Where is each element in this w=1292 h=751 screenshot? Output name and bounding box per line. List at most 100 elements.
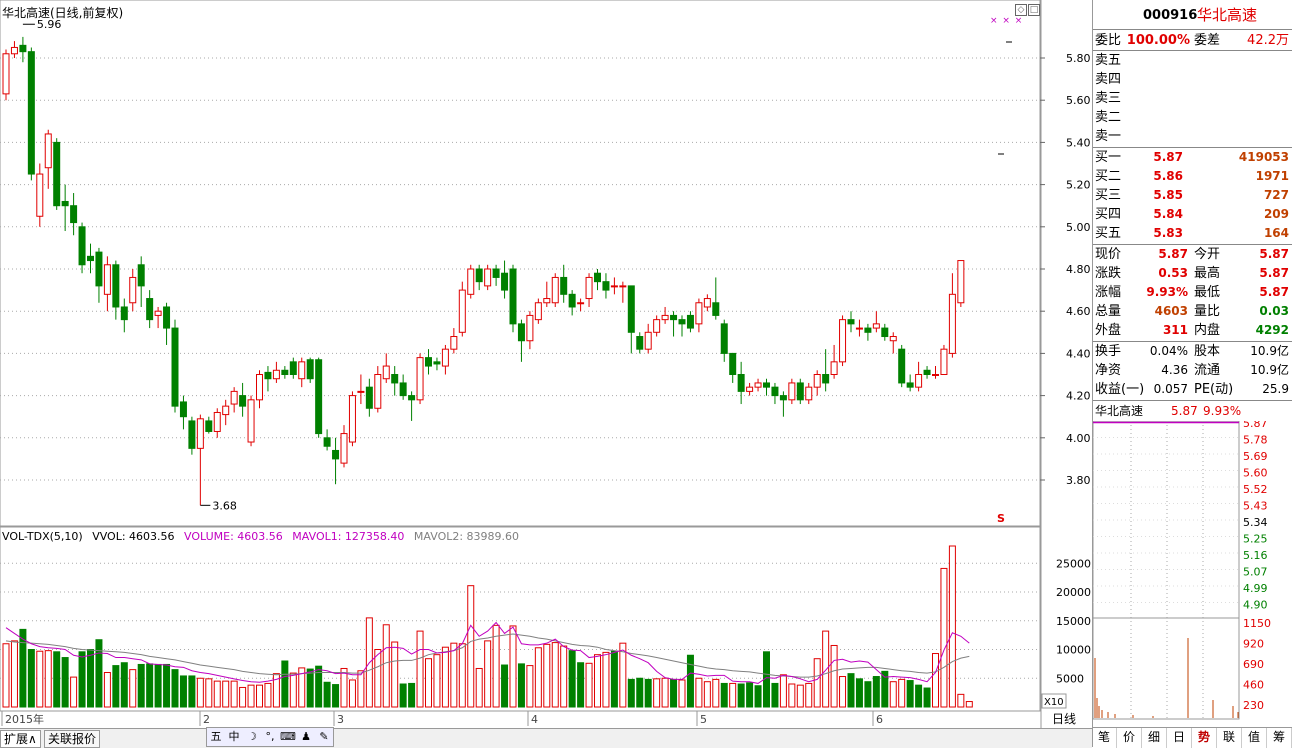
ime-toolbar[interactable]: 五 中 ☽ °, ⌨ ♟ ✎ [206, 727, 334, 747]
candle [898, 348, 906, 384]
intraday-price-tick: 5.34 [1243, 516, 1268, 529]
volume-bar [670, 678, 678, 708]
tab-related-quotes[interactable]: 关联报价 [44, 730, 101, 748]
quote-tab[interactable]: 值 [1242, 728, 1267, 748]
period-label: 日线 [1052, 712, 1076, 726]
volume-bar [289, 672, 297, 708]
stock-name: 华北高速 [1197, 6, 1258, 24]
volume-bar [129, 669, 137, 708]
buy-row: 买五 5.83 164 [1095, 226, 1289, 241]
ime-mode-icon[interactable]: 五 [207, 728, 225, 746]
fin-row: 换手 0.04% 股本 10.9亿 [1095, 344, 1289, 359]
ime-punct-icon[interactable]: °, [261, 728, 279, 746]
candle [129, 276, 137, 304]
volume-bar [585, 662, 593, 708]
candle [95, 251, 103, 287]
quote-tab[interactable]: 细 [1142, 728, 1167, 748]
user-icon[interactable]: ♟ [297, 728, 315, 746]
volume-bar [137, 663, 145, 708]
volume-bar [788, 683, 796, 708]
volume-bar [323, 681, 331, 708]
quote-tab[interactable]: 联 [1217, 728, 1242, 748]
volume-bar [517, 663, 525, 708]
mavol2-value: MAVOL2: 83989.60 [413, 530, 520, 543]
kline-chart[interactable]: 5.80 5.60 5.40 5.20 5.00 4.80 4.60 4.40 4.20 4.00… [0, 0, 1092, 747]
candle [70, 205, 78, 224]
volume-tick: 5000 [1056, 672, 1084, 685]
volume-bar [501, 664, 509, 708]
quote-tab[interactable]: 笔 [1092, 728, 1117, 748]
ime-chinese-icon[interactable]: 中 [225, 728, 243, 746]
intraday-vol-tick: 690 [1243, 658, 1264, 671]
volume-bar [906, 680, 914, 708]
volume-bar [239, 686, 247, 708]
intraday-price-tick: 5.16 [1243, 549, 1268, 562]
quote-tab[interactable]: 日 [1167, 728, 1192, 748]
quote-tab[interactable]: 筹 [1267, 728, 1292, 748]
volume-bar [729, 682, 737, 708]
volume-bar [154, 663, 162, 708]
maximize-icon[interactable]: □ [1028, 4, 1040, 16]
candle [872, 323, 880, 329]
candle [441, 348, 449, 367]
candle [653, 319, 661, 333]
keyboard-icon[interactable]: ⌨ [279, 728, 297, 746]
volume-bar [898, 678, 906, 708]
candle [19, 44, 27, 53]
stat-row: 涨跌 0.53 最高 5.87 [1095, 266, 1289, 281]
price-tick: 5.00 [1066, 221, 1091, 234]
candle [796, 382, 804, 401]
volume-bar [433, 654, 441, 708]
ime-moon-icon[interactable]: ☽ [243, 728, 261, 746]
volume-bar [948, 545, 956, 708]
candle [492, 268, 500, 278]
volume-bar [872, 676, 880, 708]
volume-bar [408, 682, 416, 708]
intraday-price-tick: 5.25 [1243, 533, 1268, 546]
intraday-vol-tick: 230 [1243, 699, 1264, 712]
volume-bar [864, 681, 872, 708]
quote-tab[interactable]: 势 [1192, 728, 1217, 748]
volume-bar [382, 624, 390, 708]
volume-bar [695, 677, 703, 708]
candle [670, 314, 678, 321]
tab-extend[interactable]: 扩展∧ [0, 730, 41, 748]
buy-row: 买三 5.85 727 [1095, 188, 1289, 203]
wrench-icon[interactable]: ✎ [315, 728, 333, 746]
candle [247, 399, 255, 443]
volume-bar [70, 676, 78, 708]
intraday-chart[interactable]: 5.87 5.78 5.69 5.60 5.52 5.43 5.34 5.25 5.16 5.07… [1093, 421, 1292, 721]
candle [906, 382, 914, 388]
candle [509, 268, 517, 325]
candle [729, 352, 737, 375]
candle [357, 390, 365, 393]
volume-bar [526, 665, 534, 708]
candle [915, 374, 923, 388]
candle [213, 411, 221, 432]
volume-bar [416, 630, 424, 708]
quote-tabs: 笔价细日势联值筹 [1092, 727, 1292, 748]
price-tick: 4.80 [1066, 263, 1091, 276]
volume-bar [839, 676, 847, 708]
candle [137, 264, 145, 287]
candle [855, 327, 863, 330]
x-axis-label: 2 [203, 713, 210, 726]
candle [712, 302, 720, 316]
price-tick: 4.00 [1066, 432, 1091, 445]
candle [475, 268, 483, 283]
stock-code: 000916 [1143, 8, 1198, 23]
candle [602, 281, 610, 291]
volume-bar [653, 678, 661, 708]
quote-tab[interactable]: 价 [1117, 728, 1142, 748]
candle [171, 327, 179, 407]
volume-bar [644, 678, 652, 708]
volume-bar [754, 685, 762, 708]
restore-icon[interactable]: ◇ [1015, 4, 1027, 16]
volume-bar [213, 680, 221, 708]
volume-bar [205, 678, 213, 708]
volume-bar [306, 668, 314, 708]
kline-chart-panel[interactable]: 5.80 5.60 5.40 5.20 5.00 4.80 4.60 4.40 4.20 4.00… [0, 0, 1092, 747]
candle [416, 357, 424, 401]
candle [560, 276, 568, 295]
vol-indicator-name[interactable]: VOL-TDX(5,10) [2, 530, 83, 543]
